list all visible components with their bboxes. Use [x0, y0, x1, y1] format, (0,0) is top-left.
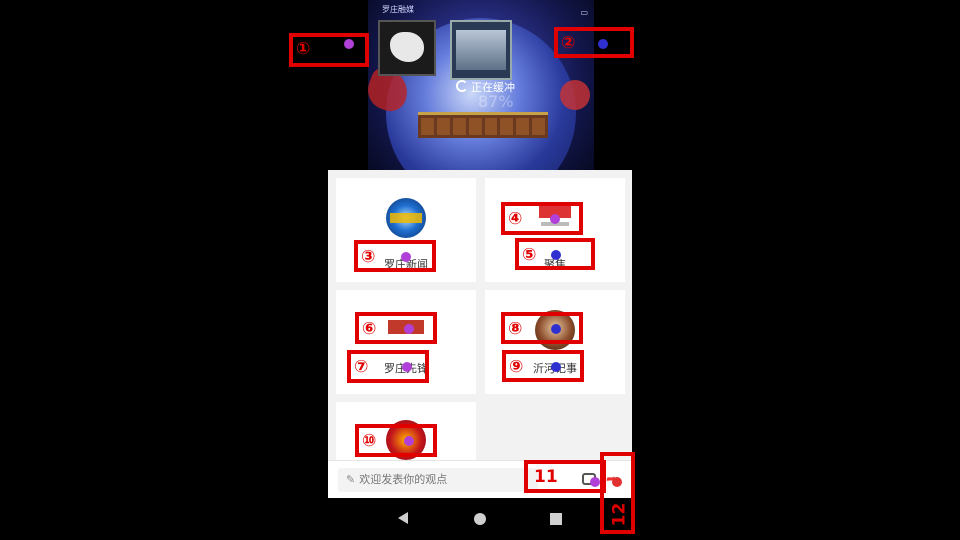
video-top-right-icon: ▭	[580, 8, 588, 17]
annotation-dot-3	[401, 252, 411, 262]
annotation-box-7: ⑦	[347, 350, 429, 383]
annotation-box-11: 11	[524, 460, 606, 493]
video-player[interactable]: 罗庄融媒 ▭ 正在缓冲 87%	[368, 0, 594, 170]
home-icon[interactable]	[474, 513, 486, 525]
annotation-dot-12	[612, 477, 622, 487]
annotation-dot-1	[344, 39, 354, 49]
annotation-box-4: ④	[501, 202, 583, 235]
pencil-icon: ✎	[346, 473, 356, 486]
annotation-dot-2	[598, 39, 608, 49]
annotation-dot-11	[590, 477, 600, 487]
annotation-dot-9	[551, 362, 561, 372]
annotation-label-2: ②	[561, 33, 576, 53]
annotation-dot-10	[404, 436, 414, 446]
video-thumbnail-scene[interactable]	[450, 20, 512, 80]
back-icon[interactable]	[398, 512, 408, 524]
comment-input[interactable]: ✎ 欢迎发表你的观点	[338, 468, 538, 492]
annotation-box-5: ⑤	[515, 238, 595, 270]
annotation-dot-4	[550, 214, 560, 224]
spinner-icon	[456, 80, 468, 92]
annotation-label-7: ⑦	[354, 357, 369, 377]
luozhuang-news-logo-icon	[386, 198, 426, 238]
video-stage-graphic	[418, 112, 548, 138]
annotation-box-6: ⑥	[355, 312, 437, 344]
annotation-label-3: ③	[361, 247, 376, 267]
annotation-box-1: ①	[289, 33, 369, 67]
annotation-box-2: ②	[554, 27, 634, 58]
annotation-box-10: ⑩	[355, 424, 437, 457]
system-nav-bar	[328, 498, 632, 540]
annotation-label-4: ④	[508, 209, 523, 229]
decor-right	[560, 80, 590, 110]
annotation-label-1: ①	[296, 39, 311, 59]
annotation-dot-6	[404, 324, 414, 334]
comment-placeholder: 欢迎发表你的观点	[359, 473, 448, 486]
video-thumbnail-map[interactable]	[378, 20, 436, 76]
annotation-label-11: 11	[534, 467, 558, 487]
annotation-dot-5	[551, 250, 561, 260]
annotation-box-12: 12	[600, 452, 635, 534]
annotation-dot-8	[551, 324, 561, 334]
annotation-box-8: ⑧	[501, 312, 583, 344]
recent-apps-icon[interactable]	[550, 513, 562, 525]
buffer-percent: 87%	[478, 92, 514, 111]
annotation-label-10: ⑩	[362, 431, 377, 451]
annotation-label-5: ⑤	[522, 245, 537, 265]
annotation-dot-7	[402, 362, 412, 372]
video-channel-name: 罗庄融媒	[382, 5, 414, 14]
annotation-label-6: ⑥	[362, 319, 377, 339]
annotation-label-12: 12	[609, 502, 630, 527]
annotation-box-9: ⑨	[502, 350, 584, 382]
annotation-box-3: ③	[354, 240, 436, 272]
annotation-label-9: ⑨	[509, 357, 524, 377]
annotation-label-8: ⑧	[508, 319, 523, 339]
